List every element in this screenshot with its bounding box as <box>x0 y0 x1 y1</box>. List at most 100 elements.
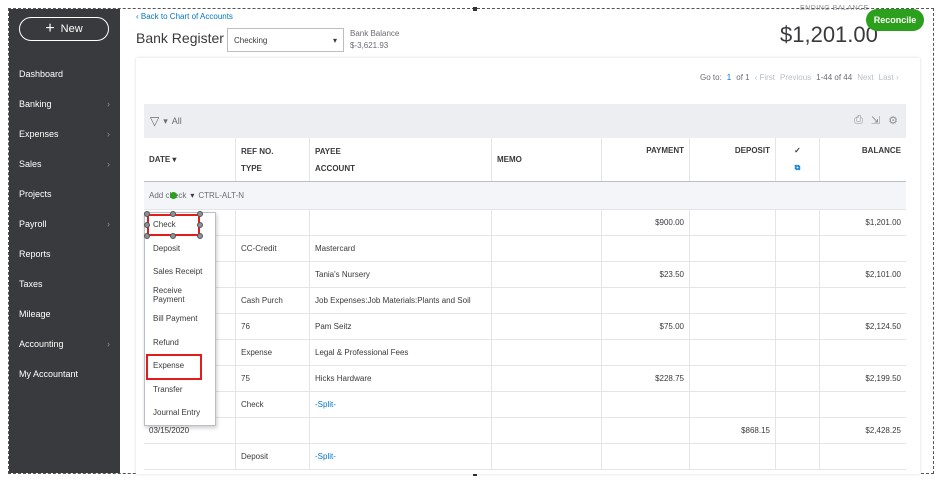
cell-payee: Pam Seitz <box>310 314 492 339</box>
account-select[interactable]: Checking ▾ <box>227 28 344 52</box>
filter-control[interactable]: ▽ ▾ All <box>150 114 182 128</box>
sidebar-item-label: Accounting <box>19 339 64 349</box>
sidebar-item-accounting[interactable]: Accounting › <box>9 329 120 359</box>
menu-item-bill-payment[interactable]: Bill Payment <box>145 307 215 331</box>
gear-icon[interactable]: ⚙ <box>888 114 898 127</box>
reconcile-button[interactable]: Reconcile <box>866 9 924 31</box>
table-row[interactable]: Expense Legal & Professional Fees <box>144 340 906 366</box>
table-row[interactable]: Check -Split- <box>144 392 906 418</box>
next-page-link[interactable]: Next <box>857 73 873 82</box>
sidebar-item-reports[interactable]: Reports <box>9 239 120 269</box>
new-button[interactable]: + New <box>19 17 109 41</box>
table-row[interactable]: CC-Credit Mastercard <box>144 236 906 262</box>
payee-header-label: PAYEE <box>315 146 341 156</box>
frame-handle-top <box>473 7 477 11</box>
add-check-control[interactable]: Add check ▾ CTRL-ALT-N <box>144 182 906 209</box>
copy-icon[interactable]: ⧉ <box>795 163 801 173</box>
col-check-header: ✓ ⧉ <box>776 138 820 181</box>
back-to-chart-of-accounts-link[interactable]: ‹ Back to Chart of Accounts <box>136 12 233 21</box>
cell-ref: Cash Purch <box>236 288 310 313</box>
ending-balance-value: $1,201.00 <box>780 22 878 47</box>
cell-ref: 76 <box>236 314 310 339</box>
sidebar-item-dashboard[interactable]: Dashboard <box>9 59 120 89</box>
cell-check <box>776 340 820 365</box>
cell-ref <box>236 210 310 235</box>
sidebar-item-label: Mileage <box>19 309 51 319</box>
cell-payment <box>602 340 690 365</box>
cell-payee: Hicks Hardware <box>310 366 492 391</box>
cell-memo <box>492 210 602 235</box>
menu-item-receive-payment[interactable]: Receive Payment <box>145 284 215 308</box>
cell-ref: Expense <box>236 340 310 365</box>
ref-header-label: REF NO. <box>241 146 274 156</box>
table-row[interactable]: 76 Pam Seitz $75.00 $2,124.50 <box>144 314 906 340</box>
sidebar-item-payroll[interactable]: Payroll › <box>9 209 120 239</box>
toolbar-icons: ⎙ ⇲ ⚙ <box>854 114 898 127</box>
menu-item-sales-receipt[interactable]: Sales Receipt <box>145 260 215 284</box>
cell-memo <box>492 288 602 313</box>
add-check-shortcut: CTRL-ALT-N <box>198 191 245 200</box>
chevron-right-icon: › <box>107 99 110 109</box>
type-header-label: TYPE <box>241 163 262 173</box>
cell-memo <box>492 366 602 391</box>
table-row[interactable]: Cash Purch Job Expenses:Job Materials:Pla… <box>144 288 906 314</box>
table-row[interactable]: Tania's Nursery $23.50 $2,101.00 <box>144 262 906 288</box>
expense-highlight-box <box>146 354 202 380</box>
selection-handle <box>170 211 176 217</box>
sidebar-item-label: Projects <box>19 189 52 199</box>
table-row[interactable]: $900.00 $1,201.00 <box>144 210 906 236</box>
add-check-label: Add check <box>149 191 187 200</box>
cell-check <box>776 288 820 313</box>
cell-payment <box>602 418 690 443</box>
cell-payment: $75.00 <box>602 314 690 339</box>
sidebar-item-my-accountant[interactable]: My Accountant <box>9 359 120 389</box>
new-button-label: New <box>60 23 83 35</box>
menu-item-transfer[interactable]: Transfer <box>145 378 215 402</box>
rotate-handle <box>170 192 177 199</box>
sidebar-item-label: My Accountant <box>19 369 79 379</box>
cell-balance: $2,428.25 <box>865 426 901 435</box>
bank-balance-label: Bank Balance <box>350 29 400 38</box>
cell-memo <box>492 236 602 261</box>
register-toolbar: ▽ ▾ All ⎙ ⇲ ⚙ <box>144 104 906 138</box>
cell-balance: $2,124.50 <box>865 322 901 331</box>
selection-handle <box>144 211 150 217</box>
sidebar-item-label: Expenses <box>19 129 59 139</box>
previous-page-link[interactable]: Previous <box>780 73 811 82</box>
cell-payment <box>602 444 690 469</box>
sidebar-item-label: Taxes <box>19 279 43 289</box>
table-row[interactable]: 75 Hicks Hardware $228.75 $2,199.50 <box>144 366 906 392</box>
cell-balance <box>820 392 906 417</box>
menu-item-deposit[interactable]: Deposit <box>145 237 215 261</box>
sidebar-item-banking[interactable]: Banking › <box>9 89 120 119</box>
sidebar-item-taxes[interactable]: Taxes <box>9 269 120 299</box>
table-row[interactable]: 03/15/2020 $868.15 $2,428.25 <box>144 418 906 444</box>
cell-payee: Job Expenses:Job Materials:Plants and So… <box>310 288 492 313</box>
date-header-label: DATE ▾ <box>149 155 177 164</box>
deposit-header-label: DEPOSIT <box>734 146 770 155</box>
table-row[interactable]: Deposit -Split- <box>144 444 906 470</box>
sidebar-item-label: Banking <box>19 99 52 109</box>
last-page-link[interactable]: Last › <box>879 73 899 82</box>
col-date-header[interactable]: DATE ▾ <box>144 138 236 181</box>
caret-down-icon: ▾ <box>332 35 337 45</box>
account-select-value: Checking <box>234 35 268 45</box>
page-title: Bank Register <box>136 30 224 46</box>
first-page-link[interactable]: ‹ First <box>755 73 775 82</box>
page-number-input[interactable]: 1 <box>727 73 731 82</box>
sidebar-item-projects[interactable]: Projects <box>9 179 120 209</box>
menu-item-refund[interactable]: Refund <box>145 331 215 355</box>
sidebar-item-mileage[interactable]: Mileage <box>9 299 120 329</box>
check-header-label: ✓ <box>794 146 801 155</box>
sidebar-item-expenses[interactable]: Expenses › <box>9 119 120 149</box>
cell-ref: CC-Credit <box>236 236 310 261</box>
cell-payee: -Split- <box>310 444 492 469</box>
cell-memo <box>492 392 602 417</box>
export-icon[interactable]: ⇲ <box>871 114 880 127</box>
menu-item-journal-entry[interactable]: Journal Entry <box>145 401 215 425</box>
print-icon[interactable]: ⎙ <box>854 114 863 127</box>
cell-check <box>776 418 820 443</box>
cell-payee <box>310 418 492 443</box>
sidebar-item-sales[interactable]: Sales › <box>9 149 120 179</box>
cell-payment: $900.00 <box>602 210 690 235</box>
